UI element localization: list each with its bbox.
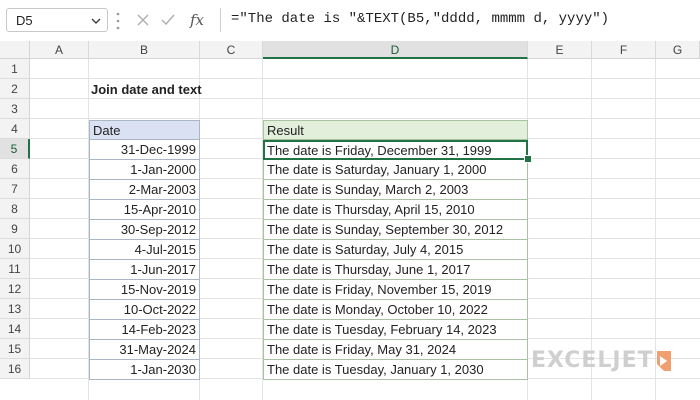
result-cell[interactable]: The date is Monday, October 10, 2022 (263, 300, 528, 320)
fill-handle[interactable] (524, 155, 532, 163)
column-header-f[interactable]: F (592, 41, 656, 59)
row-header-12[interactable]: 12 (0, 279, 30, 299)
date-cell[interactable]: 30-Sep-2012 (89, 220, 200, 240)
row-header-13[interactable]: 13 (0, 299, 30, 319)
date-cell[interactable]: 1-Jan-2000 (89, 160, 200, 180)
cancel-icon[interactable] (133, 10, 153, 30)
insert-function-button[interactable]: fx (184, 10, 210, 30)
logo-text: EXCELJET (531, 348, 654, 373)
result-cell[interactable]: The date is Thursday, April 15, 2010 (263, 200, 528, 220)
column-header-g[interactable]: G (656, 41, 700, 59)
logo-mark-icon (656, 350, 671, 371)
row-header-9[interactable]: 9 (0, 219, 30, 239)
chevron-down-icon (91, 18, 101, 25)
date-cell[interactable]: 31-Dec-1999 (89, 140, 200, 160)
formula-bar-divider (220, 8, 221, 32)
formula-input[interactable]: ="The date is "&TEXT(B5,"dddd, mmmm d, y… (231, 11, 609, 27)
date-cell[interactable]: 31-May-2024 (89, 340, 200, 360)
result-cell[interactable]: The date is Saturday, January 1, 2000 (263, 160, 528, 180)
row-header-2[interactable]: 2 (0, 79, 30, 99)
result-header-cell[interactable]: Result (263, 120, 528, 140)
date-header-cell[interactable]: Date (89, 120, 200, 140)
result-cell[interactable]: The date is Tuesday, February 14, 2023 (263, 320, 528, 340)
result-cell[interactable]: The date is Friday, May 31, 2024 (263, 340, 528, 360)
date-cell[interactable]: 1-Jun-2017 (89, 260, 200, 280)
row-header-1[interactable]: 1 (0, 59, 30, 79)
date-cell[interactable]: 14-Feb-2023 (89, 320, 200, 340)
column-header-b[interactable]: B (89, 41, 200, 59)
row-header-7[interactable]: 7 (0, 179, 30, 199)
result-cell[interactable]: The date is Friday, November 15, 2019 (263, 280, 528, 300)
sheet-title[interactable]: Join date and text (91, 80, 202, 100)
row-header-16[interactable]: 16 (0, 359, 30, 379)
enter-check-icon[interactable] (158, 10, 178, 30)
date-cell[interactable]: 2-Mar-2003 (89, 180, 200, 200)
result-cell[interactable]: The date is Sunday, March 2, 2003 (263, 180, 528, 200)
gridline-horizontal (30, 78, 700, 79)
row-header-6[interactable]: 6 (0, 159, 30, 179)
column-header-c[interactable]: C (200, 41, 263, 59)
date-cell[interactable]: 10-Oct-2022 (89, 300, 200, 320)
column-header-a[interactable]: A (30, 41, 89, 59)
date-cell[interactable]: 4-Jul-2015 (89, 240, 200, 260)
name-box-value: D5 (16, 13, 33, 28)
column-header-d[interactable]: D (263, 41, 528, 59)
row-header-4[interactable]: 4 (0, 119, 30, 139)
result-cell[interactable]: The date is Sunday, September 30, 2012 (263, 220, 528, 240)
result-cell[interactable]: The date is Tuesday, January 1, 2030 (263, 360, 528, 380)
row-header-11[interactable]: 11 (0, 259, 30, 279)
exceljet-logo: EXCELJET (531, 348, 671, 373)
date-cell[interactable]: 1-Jan-2030 (89, 360, 200, 380)
date-cell[interactable]: 15-Nov-2019 (89, 280, 200, 300)
column-header-e[interactable]: E (528, 41, 592, 59)
name-box[interactable]: D5 (6, 8, 108, 32)
row-header-10[interactable]: 10 (0, 239, 30, 259)
result-cell[interactable]: The date is Thursday, June 1, 2017 (263, 260, 528, 280)
gridline-horizontal (30, 118, 700, 119)
date-cell[interactable]: 15-Apr-2010 (89, 200, 200, 220)
row-header-3[interactable]: 3 (0, 99, 30, 119)
row-header-5[interactable]: 5 (0, 139, 30, 159)
row-header-15[interactable]: 15 (0, 339, 30, 359)
result-cell[interactable]: The date is Saturday, July 4, 2015 (263, 240, 528, 260)
select-all-corner[interactable] (0, 41, 30, 59)
drag-handle-icon[interactable] (116, 11, 120, 31)
result-cell-selected[interactable]: The date is Friday, December 31, 1999 (263, 140, 528, 160)
row-header-8[interactable]: 8 (0, 199, 30, 219)
formula-bar: D5 fx ="The date is "&TEXT(B5,"dddd, mmm… (0, 0, 700, 42)
row-header-14[interactable]: 14 (0, 319, 30, 339)
